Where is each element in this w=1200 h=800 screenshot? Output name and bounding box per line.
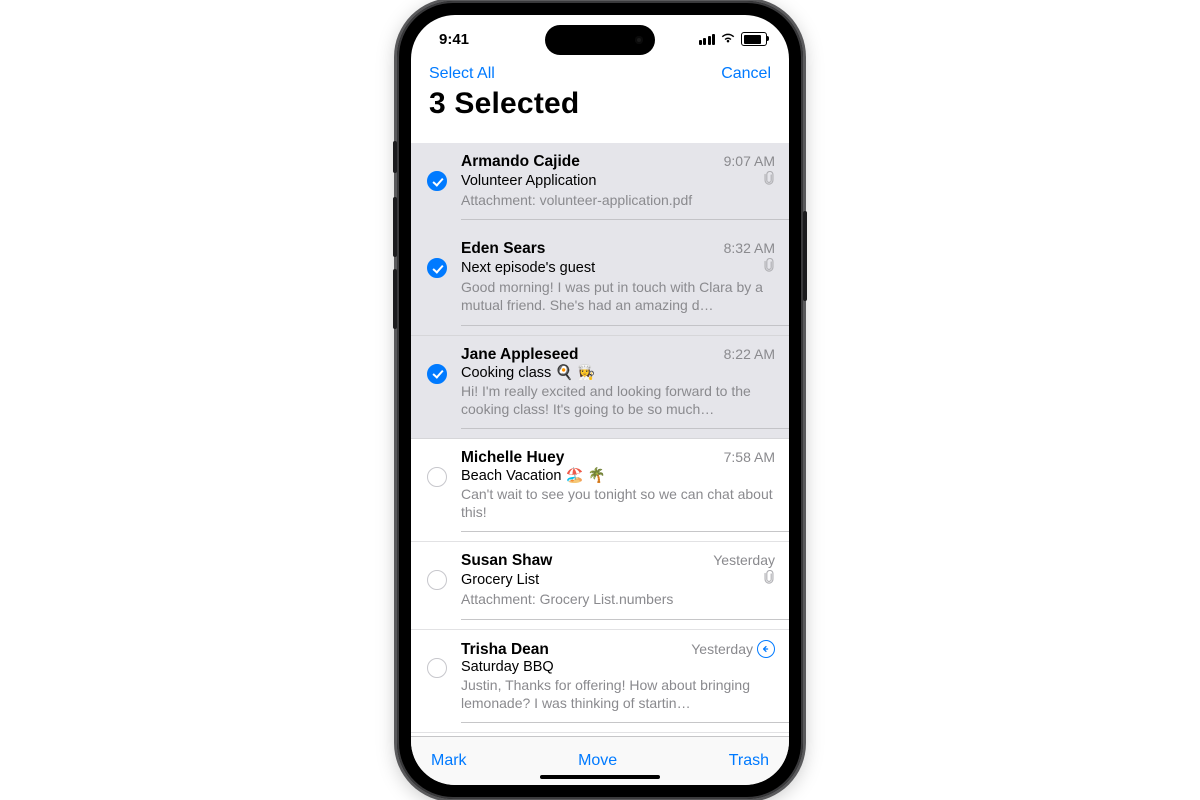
- message-row[interactable]: Susan Shaw Yesterday Grocery List Attachmen…: [411, 542, 789, 629]
- message-subject: Saturday BBQ: [461, 659, 775, 675]
- selection-checkbox[interactable]: [427, 171, 447, 191]
- cancel-button[interactable]: Cancel: [721, 65, 771, 83]
- sender-name: Armando Cajide: [461, 153, 718, 171]
- battery-icon: [741, 32, 767, 46]
- nav-bar: Select All Cancel: [411, 61, 789, 85]
- move-button[interactable]: Move: [578, 752, 617, 770]
- message-preview: Justin, Thanks for offering! How about b…: [461, 676, 775, 712]
- message-time: 8:22 AM: [724, 346, 775, 362]
- message-preview: Hi! I'm really excited and looking forwa…: [461, 382, 775, 418]
- selection-checkbox[interactable]: [427, 258, 447, 278]
- message-subject: Next episode's guest: [461, 260, 757, 276]
- attachment-icon: [763, 258, 775, 277]
- message-preview: Attachment: volunteer-application.pdf: [461, 191, 775, 209]
- selection-checkbox[interactable]: [427, 467, 447, 487]
- message-preview: Attachment: Grocery List.numbers: [461, 590, 775, 608]
- message-row[interactable]: Michelle Huey 7:58 AM Beach Vacation 🏖️ 🌴C…: [411, 439, 789, 542]
- wifi-icon: [720, 31, 736, 48]
- message-preview: Can't wait to see you tonight so we can …: [461, 485, 775, 521]
- selection-checkbox[interactable]: [427, 658, 447, 678]
- page-title: 3 Selected: [411, 85, 789, 129]
- toolbar: Mark Move Trash: [411, 736, 789, 785]
- selection-checkbox[interactable]: [427, 364, 447, 384]
- mark-button[interactable]: Mark: [431, 752, 467, 770]
- selection-checkbox[interactable]: [427, 570, 447, 590]
- message-row[interactable]: Jane Appleseed 8:22 AM Cooking class 🍳 👩‍🍳…: [411, 336, 789, 439]
- message-subject: Beach Vacation 🏖️ 🌴: [461, 467, 775, 484]
- message-time: Yesterday: [691, 641, 753, 657]
- sender-name: Eden Sears: [461, 240, 718, 258]
- attachment-icon: [763, 171, 775, 190]
- power-button: [803, 211, 807, 301]
- status-time: 9:41: [439, 31, 469, 48]
- volume-down-button: [393, 269, 397, 329]
- cellular-icon: [699, 34, 716, 45]
- message-time: Yesterday: [713, 552, 775, 568]
- sender-name: Trisha Dean: [461, 641, 685, 659]
- reply-indicator-icon: [757, 640, 775, 658]
- message-subject: Cooking class 🍳 👩‍🍳: [461, 364, 775, 381]
- message-time: 8:32 AM: [724, 240, 775, 256]
- dynamic-island: [545, 25, 655, 55]
- sender-name: Michelle Huey: [461, 449, 718, 467]
- sender-name: Jane Appleseed: [461, 346, 718, 364]
- message-subject: Volunteer Application: [461, 173, 757, 189]
- select-all-button[interactable]: Select All: [429, 65, 495, 83]
- volume-up-button: [393, 197, 397, 257]
- message-row[interactable]: Armando Cajide 9:07 AM Volunteer Applicati…: [411, 143, 789, 230]
- message-preview: Good morning! I was put in touch with Cl…: [461, 278, 775, 314]
- message-row[interactable]: Trisha Dean Yesterday Saturday BBQJustin, …: [411, 630, 789, 733]
- home-indicator: [540, 775, 660, 779]
- sender-name: Susan Shaw: [461, 552, 707, 570]
- message-time: 7:58 AM: [724, 449, 775, 465]
- message-row[interactable]: Eden Sears 8:32 AM Next episode's guest Goo…: [411, 230, 789, 335]
- trash-button[interactable]: Trash: [729, 752, 769, 770]
- attachment-icon: [763, 570, 775, 589]
- message-subject: Grocery List: [461, 572, 757, 588]
- side-button: [393, 141, 397, 173]
- message-list[interactable]: Armando Cajide 9:07 AM Volunteer Applicati…: [411, 143, 789, 737]
- screen: 9:41 Select All Cancel 3 Selected Armand…: [411, 15, 789, 785]
- phone-frame: 9:41 Select All Cancel 3 Selected Armand…: [397, 1, 803, 799]
- message-time: 9:07 AM: [724, 153, 775, 169]
